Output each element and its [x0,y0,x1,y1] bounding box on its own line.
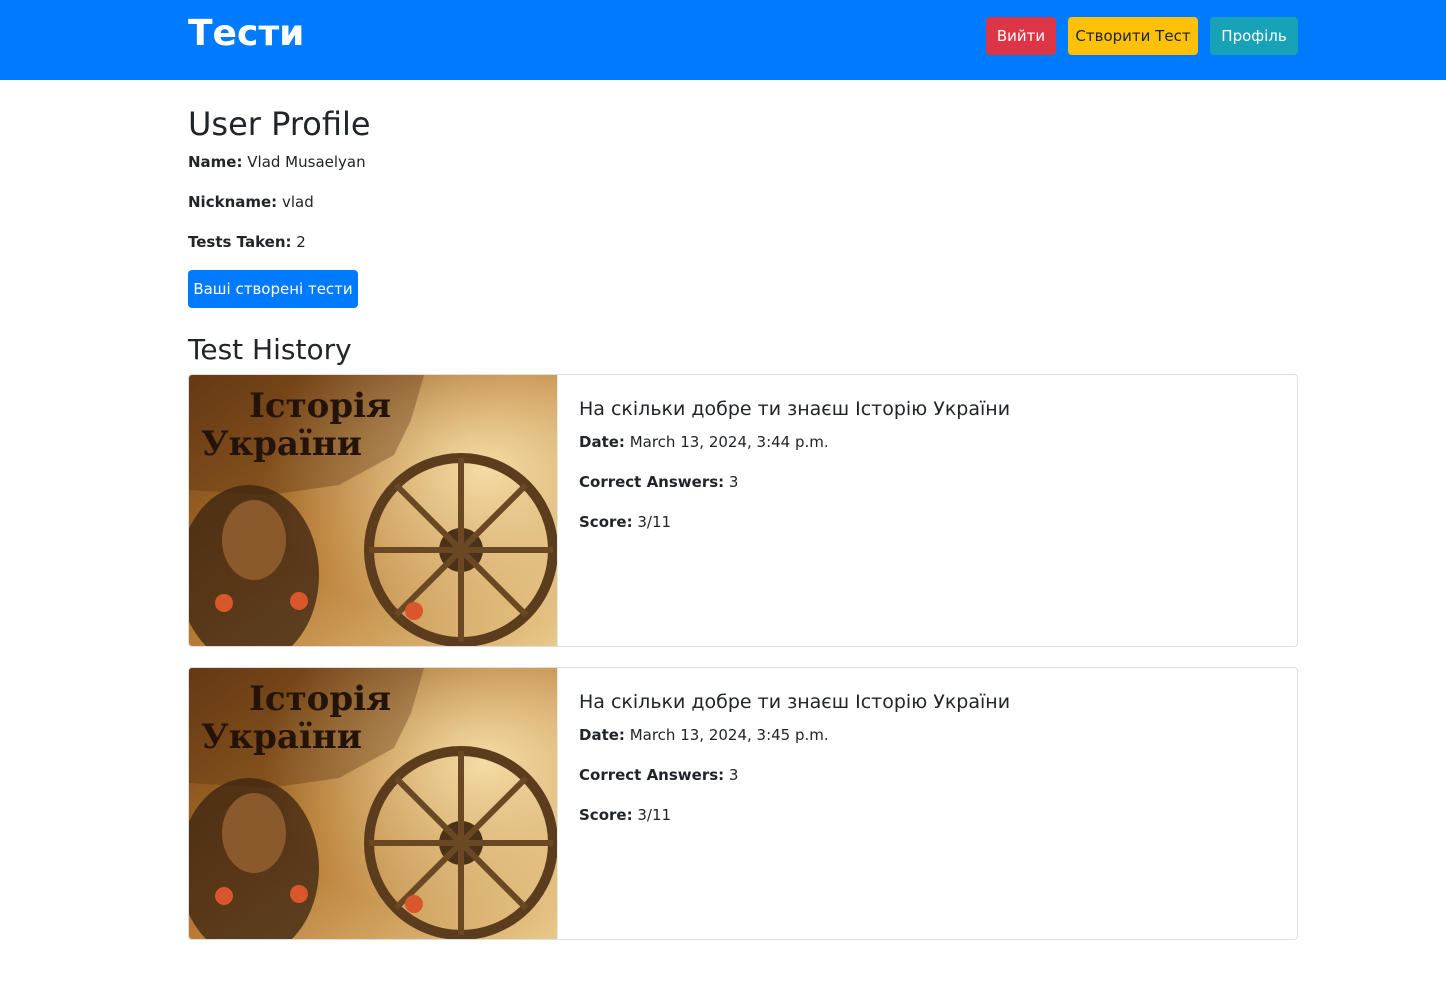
my-created-tests-button[interactable]: Ваші створені тести [188,270,358,308]
date-label: Date: [579,726,625,744]
date-label: Date: [579,433,625,451]
logout-button[interactable]: Вийти [986,17,1056,55]
image-title-line2: України [201,424,362,464]
tests-taken-value: 2 [296,233,306,251]
tests-taken-label: Tests Taken: [188,233,292,251]
navbar: Тести Вийти Створити Тест Профіль [0,0,1446,80]
correct-answers-value: 3 [728,766,739,784]
profile-name: Name: Vlad Musaelyan [188,151,366,173]
test-history-title: Test History [188,333,352,366]
create-test-button[interactable]: Створити Тест [1068,17,1198,55]
correct-answers-label: Correct Answers: [579,766,725,784]
card-score: Score: 3/11 [579,511,1277,533]
score-value: 3/11 [637,806,672,824]
nickname-value: vlad [281,193,314,211]
test-cover-image: Історія України [189,668,558,939]
card-title: На скільки добре ти знаєш Історію Україн… [579,398,1011,420]
history-card: Історія України На скільки добре ти знає… [188,667,1298,940]
profile-button[interactable]: Профіль [1210,17,1298,55]
card-date: Date: March 13, 2024, 3:45 p.m. [579,724,1277,746]
card-correct-answers: Correct Answers: 3 [579,764,1277,786]
image-title-line1: Історія [249,386,391,426]
nickname-label: Nickname: [188,193,278,211]
date-value: March 13, 2024, 3:44 p.m. [629,433,829,451]
image-title-line1: Історія [249,679,391,719]
profile-nickname: Nickname: vlad [188,191,314,213]
correct-answers-value: 3 [728,473,739,491]
history-card: Історія України На скільки добре ти знає… [188,374,1298,647]
date-value: March 13, 2024, 3:45 p.m. [629,726,829,744]
card-body: На скільки добре ти знаєш Історію Україн… [579,688,1277,844]
score-label: Score: [579,513,633,531]
brand-link[interactable]: Тести [188,14,304,54]
correct-answers-label: Correct Answers: [579,473,725,491]
score-label: Score: [579,806,633,824]
name-value: Vlad Musaelyan [247,153,366,171]
card-correct-answers: Correct Answers: 3 [579,471,1277,493]
profile-tests-taken: Tests Taken: 2 [188,231,306,253]
score-value: 3/11 [637,513,672,531]
card-body: На скільки добре ти знаєш Історію Україн… [579,395,1277,551]
name-label: Name: [188,153,243,171]
card-title: На скільки добре ти знаєш Історію Україн… [579,691,1011,713]
page-title: User Profile [188,105,371,143]
test-cover-image: Історія України [189,375,558,646]
card-date: Date: March 13, 2024, 3:44 p.m. [579,431,1277,453]
image-title-line2: України [201,717,362,757]
card-score: Score: 3/11 [579,804,1277,826]
